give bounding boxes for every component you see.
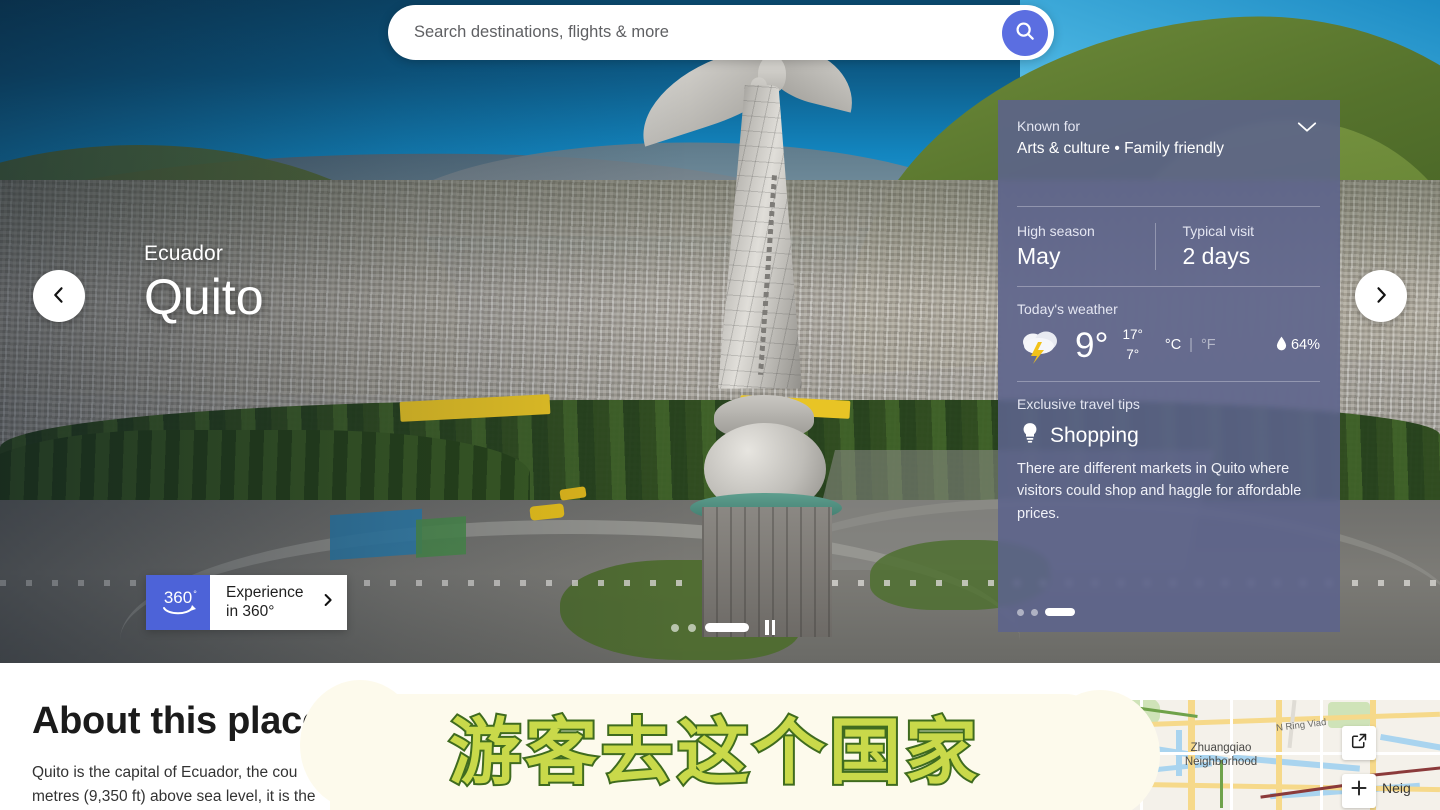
chevron-right-icon <box>320 590 335 615</box>
map-zoom-in-label: Neig <box>1382 780 1411 796</box>
unit-separator: | <box>1189 337 1193 353</box>
page-title: About this place <box>32 700 323 742</box>
hero-carousel-controls[interactable] <box>671 620 777 635</box>
open-map-external-button[interactable] <box>1342 726 1376 760</box>
previous-destination-button[interactable] <box>33 270 85 322</box>
travel-tip-title-row: Shopping <box>1017 418 1320 458</box>
country-label: Ecuador <box>144 242 223 265</box>
temperature-unit-toggle[interactable]: °C | °F <box>1165 337 1216 353</box>
unit-celsius[interactable]: °C <box>1165 337 1181 353</box>
known-for-section: Known for Arts & culture • Family friend… <box>1017 118 1320 206</box>
stat-high-season: High season May <box>1017 223 1155 270</box>
carousel-dot-2[interactable] <box>688 623 696 632</box>
travel-tips-carousel[interactable] <box>1017 608 1075 616</box>
weather-heading: Today's weather <box>1017 301 1118 317</box>
search-input[interactable] <box>414 23 1002 42</box>
green-shed <box>416 516 466 558</box>
carousel-dot-3-active[interactable] <box>705 623 749 632</box>
destination-stats: High season May Typical visit 2 days <box>1017 207 1320 286</box>
temp-low: 7° <box>1126 347 1140 362</box>
search-icon <box>1014 20 1036 45</box>
high-season-label: High season <box>1017 223 1095 239</box>
experience-360-button[interactable]: 360 ° Experience in 360° <box>146 575 347 630</box>
typical-visit-label: Typical visit <box>1182 223 1255 239</box>
statue-pedestal <box>702 507 832 637</box>
humidity-readout: 64% <box>1276 336 1320 355</box>
experience-360-label: Experience in 360° <box>226 583 304 620</box>
unit-fahrenheit[interactable]: °F <box>1201 337 1216 353</box>
caption-overlay-text: 游客去这个国家 <box>447 710 981 794</box>
search-button[interactable] <box>1002 9 1048 56</box>
map-neighborhood-label: Zhuangqiao Neighborhood <box>1184 742 1258 768</box>
tip-dot-3-active[interactable] <box>1045 608 1075 616</box>
stat-typical-visit: Typical visit 2 days <box>1154 223 1321 270</box>
travel-tip-title: Shopping <box>1050 424 1139 447</box>
temperature-high-low: 17° 7° <box>1122 325 1142 364</box>
cloud-lightning-icon <box>1017 325 1063 365</box>
plus-icon <box>1349 778 1369 804</box>
next-destination-button[interactable] <box>1355 270 1407 322</box>
city-title: Quito <box>144 269 264 325</box>
external-link-icon <box>1351 732 1368 754</box>
search-bar[interactable] <box>388 5 1054 60</box>
travel-destination-page: Ecuador Quito 360 ° Experience in 3 <box>0 0 1440 810</box>
tip-dot-2[interactable] <box>1031 608 1038 616</box>
known-for-value: Arts & culture • Family friendly <box>1017 140 1224 157</box>
svg-text:°: ° <box>193 589 197 599</box>
destination-info-panel: Known for Arts & culture • Family friend… <box>998 100 1340 632</box>
about-body-text: Quito is the capital of Ecuador, the cou… <box>32 764 316 806</box>
tip-dot-1[interactable] <box>1017 608 1024 616</box>
lightbulb-icon <box>1021 422 1039 450</box>
travel-tip-body: There are different markets in Quito whe… <box>1017 461 1302 522</box>
svg-text:360: 360 <box>164 588 192 607</box>
map-zoom-in-button[interactable] <box>1342 774 1376 808</box>
experience-360-body: Experience in 360° <box>210 575 347 630</box>
humidity-value: 64% <box>1290 337 1320 353</box>
carousel-dot-1[interactable] <box>671 623 679 632</box>
high-season-value: May <box>1017 243 1061 269</box>
typical-visit-value: 2 days <box>1182 243 1251 269</box>
hero-title-block: Ecuador Quito <box>144 242 264 325</box>
current-temperature: 9° <box>1075 325 1109 365</box>
chevron-down-icon[interactable] <box>1286 118 1320 145</box>
weather-row: 9° 17° 7° °C | °F 64% <box>1017 325 1320 381</box>
virgen-del-panecillo-statue <box>626 41 910 637</box>
chevron-left-icon <box>49 285 69 308</box>
temp-high: 17° <box>1122 327 1143 343</box>
travel-tips-heading: Exclusive travel tips <box>1017 396 1140 412</box>
pause-icon[interactable] <box>765 620 777 635</box>
chevron-right-icon <box>1371 285 1391 308</box>
360-icon: 360 ° <box>146 575 210 630</box>
water-drop-icon <box>1276 336 1287 355</box>
caption-overlay-card: 游客去这个国家 <box>330 694 1100 810</box>
blue-shed <box>330 508 422 561</box>
known-for-label: Known for <box>1017 118 1081 134</box>
